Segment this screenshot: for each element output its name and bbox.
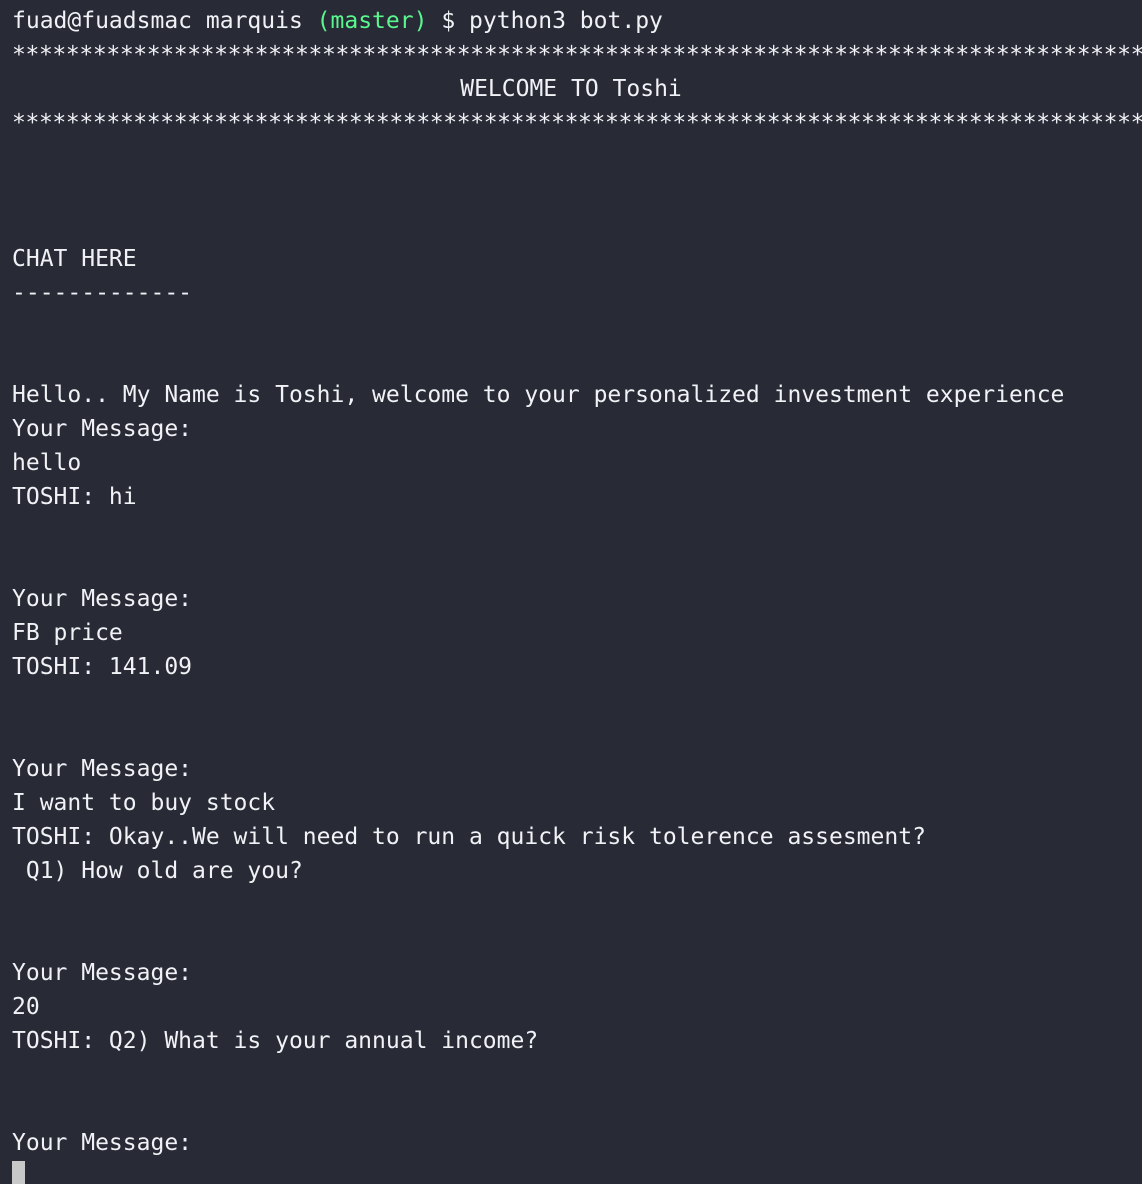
- banner-title: WELCOME TO Toshi: [460, 76, 682, 102]
- prompt-git-branch: (master): [316, 8, 428, 34]
- input-line[interactable]: [12, 1160, 1142, 1184]
- prompt-directory: marquis: [205, 8, 303, 34]
- bot-greeting: Hello.. My Name is Toshi, welcome to you…: [12, 382, 1065, 408]
- banner-border-top: ****************************************…: [12, 42, 1142, 68]
- bot-reply: TOSHI: hi: [12, 484, 137, 510]
- chat-header-underline: -------------: [12, 280, 193, 306]
- chat-header: CHAT HERE: [12, 246, 137, 272]
- user-message: 20: [12, 994, 40, 1020]
- bot-reply: TOSHI: Okay..We will need to run a quick…: [12, 824, 926, 850]
- user-message-prompt: Your Message:: [12, 416, 193, 442]
- user-message-prompt: Your Message:: [12, 960, 193, 986]
- user-message: I want to buy stock: [12, 790, 276, 816]
- prompt-user-host: fuad@fuadsmac: [12, 8, 193, 34]
- user-message-prompt: Your Message:: [12, 756, 193, 782]
- shell-prompt-line: fuad@fuadsmac marquis (master) $ python3…: [12, 4, 1142, 38]
- text-cursor[interactable]: [12, 1161, 25, 1184]
- bot-question: Q1) How old are you?: [12, 858, 303, 884]
- prompt-symbol: $: [441, 8, 456, 34]
- user-message-prompt: Your Message:: [12, 1130, 193, 1156]
- user-message-prompt: Your Message:: [12, 586, 193, 612]
- user-message: FB price: [12, 620, 123, 646]
- bot-reply: TOSHI: 141.09: [12, 654, 193, 680]
- banner-border-bottom: ****************************************…: [12, 110, 1142, 136]
- bot-reply: TOSHI: Q2) What is your annual income?: [12, 1028, 539, 1054]
- user-message: hello: [12, 450, 82, 476]
- prompt-command: python3 bot.py: [469, 8, 663, 34]
- terminal-window[interactable]: fuad@fuadsmac marquis (master) $ python3…: [0, 0, 1142, 1184]
